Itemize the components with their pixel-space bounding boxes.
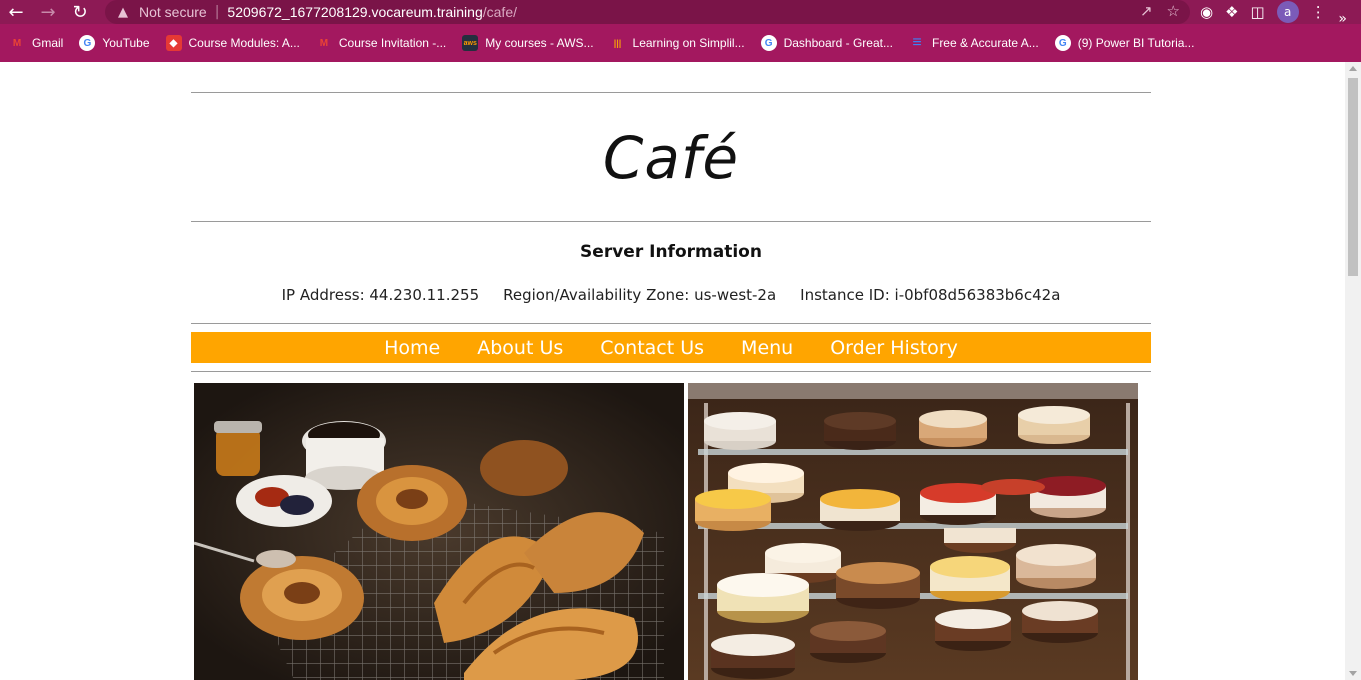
address-bar[interactable]: ▲ Not secure | 5209672_1677208129.vocare… [105, 0, 1190, 24]
nav-about-us[interactable]: About Us [477, 337, 563, 359]
browser-extensions: ◉ ❖ ◫ a ⋮ [1200, 0, 1326, 24]
scroll-down-arrow-icon[interactable] [1349, 671, 1357, 676]
bookmark-star-icon[interactable]: ☆ [1167, 2, 1180, 20]
site-title: Café [602, 124, 740, 192]
pastries-image [194, 383, 684, 680]
divider-nav-bottom [191, 371, 1151, 372]
region-zone: Region/Availability Zone: us-west-2a [503, 286, 777, 304]
not-secure-label[interactable]: Not secure [139, 4, 207, 20]
nav-contact-us[interactable]: Contact Us [600, 337, 704, 359]
bookmark-item[interactable]: ◆ Course Modules: A... [165, 35, 300, 51]
bookmark-label: Course Invitation -... [338, 36, 447, 50]
bookmark-item[interactable]: G YouTube [79, 35, 150, 51]
bookmarks-overflow-icon[interactable]: » [1338, 11, 1347, 27]
divider-title [191, 221, 1151, 222]
bookmark-item[interactable]: ≡ Free & Accurate A... [909, 34, 1039, 51]
nav-order-history[interactable]: Order History [830, 337, 958, 359]
bookmark-item[interactable]: ||| Learning on Simplil... [610, 35, 745, 51]
page-content: Café Server Information IP Address: 44.2… [0, 62, 1345, 680]
main-navbar: Home About Us Contact Us Menu Order Hist… [191, 332, 1151, 363]
bookmark-label: (9) Power BI Tutoria... [1077, 36, 1195, 50]
server-info-heading: Server Information [580, 242, 762, 262]
side-panel-icon[interactable]: ◫ [1251, 3, 1265, 21]
ip-address: IP Address: 44.230.11.255 [281, 286, 480, 304]
bookmark-item[interactable]: M Course Invitation -... [316, 35, 447, 51]
scroll-thumb[interactable] [1348, 78, 1358, 276]
google-icon: G [79, 35, 96, 51]
bookmarks-bar: M Gmail G YouTube ◆ Course Modules: A... M Cour… [0, 24, 1361, 62]
google-icon: G [760, 35, 777, 51]
omnibox-actions: ↗ ☆ [1140, 2, 1180, 20]
aws-icon: aws [462, 35, 479, 51]
nav-menu[interactable]: Menu [741, 337, 793, 359]
bookmark-item[interactable]: aws My courses - AWS... [462, 35, 594, 51]
instance-id: Instance ID: i-0bf08d56383b6c42a [800, 286, 1061, 304]
divider-nav-top [191, 323, 1151, 324]
globe-icon[interactable]: ◉ [1200, 3, 1213, 21]
url-path[interactable]: /cafe/ [483, 4, 517, 20]
server-info-line: IP Address: 44.230.11.255 Region/Availab… [191, 286, 1151, 304]
bookmark-label: Learning on Simplil... [632, 36, 745, 50]
google-icon: G [1054, 35, 1071, 51]
bookmark-item[interactable]: M Gmail [9, 35, 64, 51]
puzzle-extensions-icon[interactable]: ❖ [1225, 3, 1238, 21]
reload-icon[interactable]: ↻ [64, 0, 96, 24]
bookmark-label: YouTube [102, 36, 150, 50]
forward-arrow-icon[interactable]: → [32, 0, 64, 24]
scroll-up-arrow-icon[interactable] [1349, 66, 1357, 71]
doc-icon: ≡ [912, 34, 922, 51]
bookmark-item[interactable]: G Dashboard - Great... [760, 35, 893, 51]
omnibox-separator: | [214, 4, 220, 20]
bookmark-label: My courses - AWS... [485, 36, 594, 50]
divider-top [191, 92, 1151, 93]
url-host[interactable]: 5209672_1677208129.vocareum.training [227, 4, 482, 20]
nav-home[interactable]: Home [384, 337, 440, 359]
gmail-icon: M [12, 37, 22, 49]
bookmark-label: Course Modules: A... [188, 36, 300, 50]
share-icon[interactable]: ↗ [1140, 2, 1153, 20]
gmail-icon: M [319, 37, 329, 49]
page-scrollbar[interactable] [1345, 62, 1361, 680]
bookmark-label: Dashboard - Great... [783, 36, 893, 50]
bookmark-label: Gmail [32, 36, 64, 50]
course-icon: ◆ [165, 35, 182, 51]
cake-display-image [688, 383, 1138, 680]
profile-avatar[interactable]: a [1276, 1, 1299, 23]
warning-icon: ▲ [118, 4, 128, 20]
simplilearn-icon: ||| [613, 38, 622, 48]
back-arrow-icon[interactable]: ← [0, 0, 32, 24]
bookmark-item[interactable]: G (9) Power BI Tutoria... [1054, 35, 1195, 51]
bookmark-label: Free & Accurate A... [931, 36, 1039, 50]
kebab-menu-icon[interactable]: ⋮ [1311, 3, 1326, 21]
